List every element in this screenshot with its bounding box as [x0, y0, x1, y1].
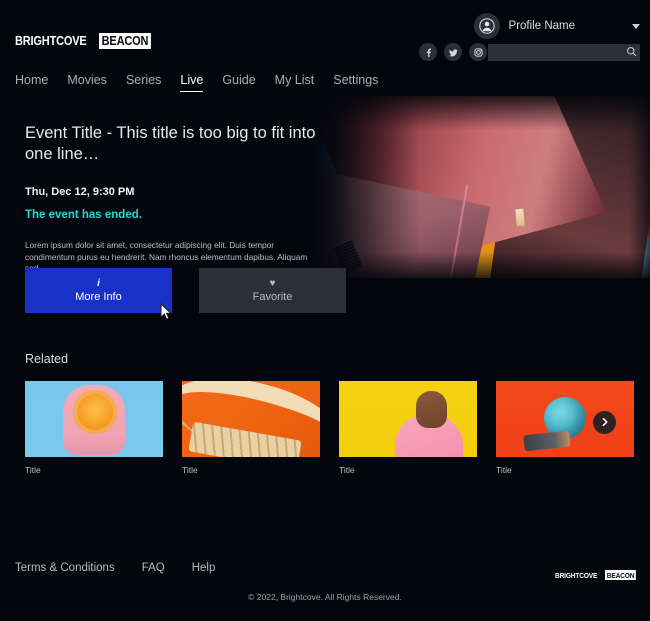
profile-name-label: Profile Name: [508, 20, 575, 32]
info-icon: i: [97, 277, 100, 289]
nav-item-home[interactable]: Home: [15, 73, 48, 92]
facebook-icon[interactable]: [419, 43, 437, 61]
profile-menu[interactable]: Profile Name: [473, 13, 640, 39]
event-detail: Event Title - This title is too big to f…: [25, 123, 325, 275]
chevron-down-icon[interactable]: [632, 23, 640, 29]
nav-item-series[interactable]: Series: [126, 73, 161, 92]
footer-link-faq[interactable]: FAQ: [142, 562, 165, 574]
site-header: BRIGHTCOVE BEACON Profile Name Home Movi…: [0, 0, 650, 96]
event-date: Thu, Dec 12, 9:30 PM: [25, 186, 135, 198]
more-info-label: More Info: [75, 290, 122, 303]
card-title: Title: [339, 465, 355, 475]
carousel-next-button[interactable]: [593, 411, 616, 434]
favorite-label: Favorite: [252, 290, 293, 303]
instagram-icon[interactable]: [469, 43, 487, 61]
related-carousel: Title Title Title Title Title: [25, 381, 650, 475]
search-bar[interactable]: [488, 44, 640, 61]
card-title: Title: [182, 465, 198, 475]
favorite-button[interactable]: ♥ Favorite: [199, 268, 346, 313]
social-links: [419, 43, 487, 61]
copyright-text: © 2022, Brightcove. All Rights Reserved.: [248, 592, 402, 602]
page-title: Event Title - This title is too big to f…: [25, 124, 316, 163]
footer-brand-logo: BRIGHTCOVE BEACON: [555, 570, 640, 580]
more-info-button[interactable]: i More Info: [25, 268, 172, 313]
list-item[interactable]: Title: [339, 381, 477, 475]
thumbnail-image[interactable]: [182, 381, 320, 457]
main-nav: Home Movies Series Live Guide My List Se…: [15, 73, 378, 92]
nav-item-movies[interactable]: Movies: [67, 73, 107, 92]
search-icon[interactable]: [626, 44, 637, 62]
related-heading: Related: [25, 352, 69, 366]
list-item[interactable]: Title: [182, 381, 320, 475]
brand-logo[interactable]: BRIGHTCOVE BEACON: [15, 33, 158, 49]
card-title: Title: [25, 465, 41, 475]
brand-logo-beacon: BEACON: [99, 33, 152, 49]
app-page: BRIGHTCOVE BEACON Profile Name Home Movi…: [0, 0, 650, 621]
hero-image: [310, 96, 650, 278]
brand-logo-brightcove: BRIGHTCOVE: [15, 34, 87, 48]
hero-fade-left: [310, 96, 420, 278]
footer-logo-brightcove: BRIGHTCOVE: [554, 570, 597, 580]
list-item[interactable]: Title: [25, 381, 163, 475]
search-input[interactable]: [494, 47, 626, 58]
hero-fade-right: [630, 96, 650, 278]
thumbnail-image[interactable]: [339, 381, 477, 457]
thumbnail-image[interactable]: [25, 381, 163, 457]
site-footer: Terms & Conditions FAQ Help BRIGHTCOVE B…: [0, 536, 650, 621]
footer-links: Terms & Conditions FAQ Help: [15, 562, 215, 574]
footer-logo-beacon: BEACON: [604, 570, 636, 580]
card-title: Title: [496, 465, 512, 475]
nav-item-guide[interactable]: Guide: [222, 73, 255, 92]
twitter-icon[interactable]: [444, 43, 462, 61]
nav-item-settings[interactable]: Settings: [333, 73, 378, 92]
footer-link-terms[interactable]: Terms & Conditions: [15, 562, 115, 574]
chevron-right-icon: [600, 414, 610, 432]
user-avatar-icon: [473, 13, 500, 39]
nav-item-my-list[interactable]: My List: [275, 73, 315, 92]
related-section: Related Title Title Title Title Title: [25, 352, 650, 475]
status-badge: The event has ended.: [25, 209, 142, 221]
action-buttons: i More Info ♥ Favorite: [25, 268, 346, 313]
heart-icon: ♥: [269, 277, 276, 289]
hero-window: [515, 208, 525, 227]
footer-link-help[interactable]: Help: [192, 562, 216, 574]
nav-item-live[interactable]: Live: [180, 73, 203, 92]
